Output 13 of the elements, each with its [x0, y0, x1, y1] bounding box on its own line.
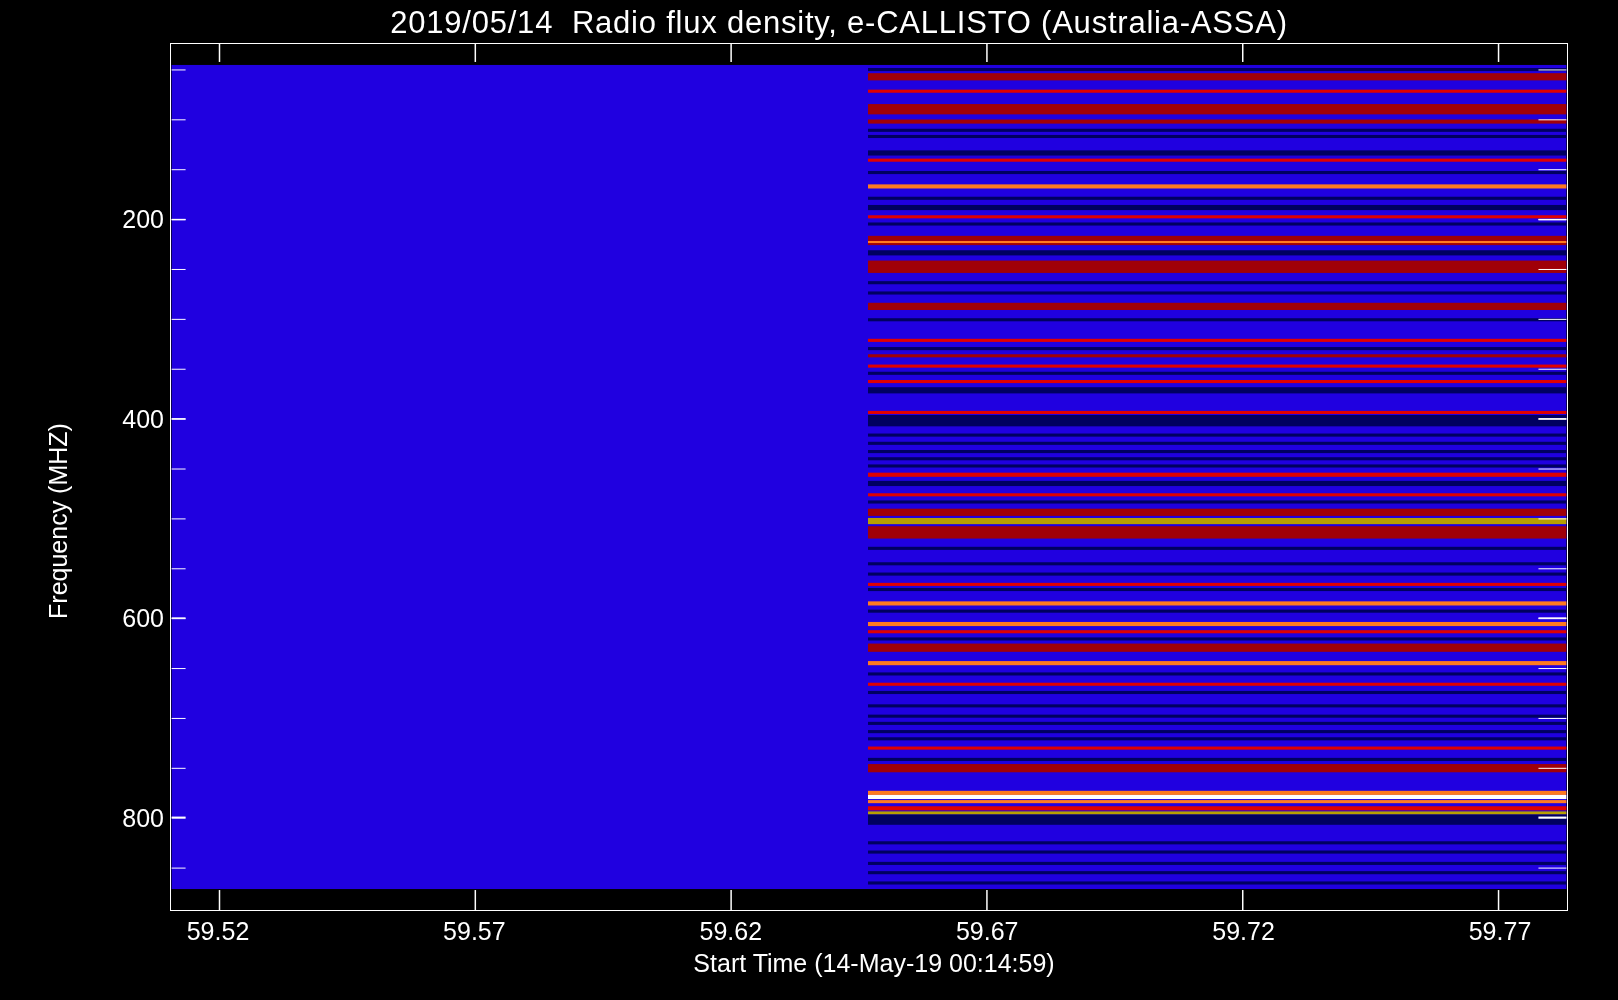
x-axis-label: Start Time (14-May-19 00:14:59) — [693, 949, 1055, 977]
y-axis-label: Frequency (MHZ) — [44, 422, 72, 621]
y-tick-label: 400 — [122, 404, 164, 433]
x-tick-label: 59.52 — [185, 917, 251, 945]
x-tick-label: 59.77 — [1467, 917, 1533, 945]
x-tick-label: 59.67 — [954, 917, 1020, 945]
x-tick-label: 59.72 — [1211, 917, 1276, 945]
plot-title: 2019/05/14 Radio flux density, e-CALLISTO (Australia-ASSA) — [390, 4, 1288, 42]
x-tick-label: 59.62 — [698, 917, 764, 945]
x-tick-label: 59.57 — [442, 917, 507, 945]
y-tick-label: 800 — [122, 804, 164, 833]
y-tick-label: 200 — [122, 205, 164, 233]
y-tick-label: 600 — [122, 604, 164, 633]
